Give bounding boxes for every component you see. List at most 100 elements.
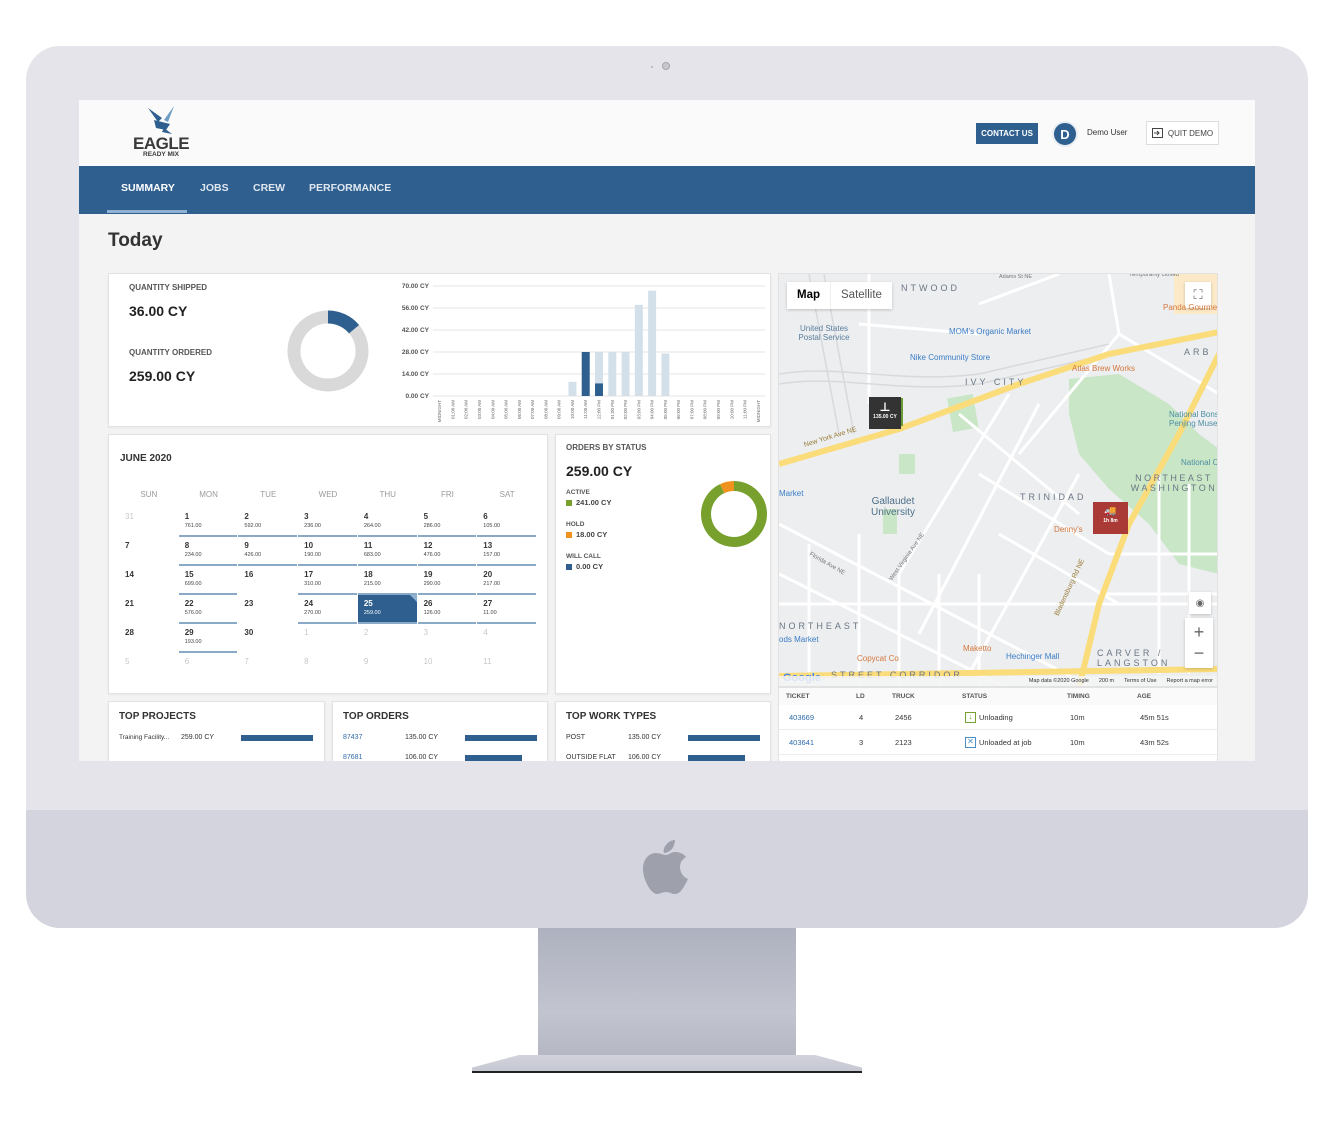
calendar-day[interactable]: 8 234.00 bbox=[178, 537, 238, 566]
map-view[interactable]: Map Satellite ⛶ ◉ + − NTWOOD United Stat… bbox=[778, 273, 1218, 687]
day-number: 9 bbox=[244, 541, 249, 550]
calendar-day[interactable]: 1 bbox=[298, 624, 357, 653]
calendar-day[interactable]: 11 683.00 bbox=[357, 537, 417, 566]
quit-demo-button[interactable]: QUIT DEMO bbox=[1146, 121, 1219, 145]
bar-ordered[interactable] bbox=[568, 381, 577, 396]
calendar-day[interactable]: 10 190.00 bbox=[298, 537, 357, 566]
status-slice-active[interactable] bbox=[701, 481, 767, 547]
calendar-day[interactable]: 22 576.00 bbox=[178, 595, 238, 624]
ticket-age: 45m 51s bbox=[1140, 712, 1169, 722]
table-row[interactable]: 403641 3 2123 ✕ Unloaded at job 10m 43m 5… bbox=[779, 730, 1217, 755]
col-status[interactable]: STATUS bbox=[962, 693, 1067, 700]
calendar-day[interactable]: 4 264.00 bbox=[357, 508, 417, 537]
calendar-day[interactable]: 9 426.00 bbox=[238, 537, 298, 566]
calendar-day[interactable]: 24 270.00 bbox=[298, 595, 357, 624]
quantity-ordered-value: 259.00 CY bbox=[129, 368, 196, 384]
calendar-day[interactable]: 2 592.00 bbox=[238, 508, 298, 537]
calendar-day[interactable]: 27 11.00 bbox=[477, 595, 536, 624]
calendar-day[interactable]: 28 bbox=[119, 624, 178, 653]
job-site-marker[interactable]: ⊥ 135.00 CY bbox=[869, 397, 901, 429]
bar-ordered[interactable] bbox=[634, 304, 643, 396]
calendar-day[interactable]: 7 bbox=[238, 653, 297, 682]
calendar-day[interactable]: 30 bbox=[238, 624, 297, 653]
calendar-day[interactable]: 29 193.00 bbox=[178, 624, 238, 653]
calendar-day[interactable]: 1 761.00 bbox=[178, 508, 238, 537]
calendar-day[interactable]: 12 476.00 bbox=[417, 537, 477, 566]
contact-us-button[interactable]: CONTACT US bbox=[976, 123, 1038, 144]
camera-icon bbox=[662, 62, 670, 70]
calendar-day[interactable]: 17 310.00 bbox=[298, 566, 357, 595]
calendar-day[interactable]: 31 bbox=[119, 508, 178, 537]
col-age[interactable]: AGE bbox=[1137, 693, 1226, 700]
map-label-temporarily-closed: Temporarily closed bbox=[1129, 273, 1180, 278]
bar-shipped[interactable] bbox=[581, 352, 590, 396]
top-order-row[interactable]: 87681 106.00 CY bbox=[343, 754, 522, 761]
user-name[interactable]: Demo User bbox=[1087, 128, 1127, 137]
day-quantity: 236.00 bbox=[304, 523, 321, 529]
calendar-day[interactable]: 18 215.00 bbox=[357, 566, 417, 595]
calendar-day[interactable]: 26 126.00 bbox=[417, 595, 477, 624]
top-order-row[interactable]: 87437 135.00 CY bbox=[343, 734, 537, 741]
map-type-satellite-button[interactable]: Satellite bbox=[831, 282, 892, 309]
col-ticket[interactable]: TICKET bbox=[786, 693, 856, 700]
quantity-ordered-label: QUANTITY ORDERED bbox=[129, 348, 212, 357]
table-row[interactable]: 403669 4 2456 ↓ Unloading 10m 45m 51s bbox=[779, 705, 1217, 730]
day-number: 8 bbox=[184, 541, 190, 550]
calendar-day[interactable]: 6 105.00 bbox=[477, 508, 536, 537]
bar-ordered[interactable] bbox=[648, 290, 657, 396]
calendar-day[interactable]: 3 bbox=[418, 624, 477, 653]
calendar-day[interactable]: 16 bbox=[238, 566, 297, 595]
nav-tab-performance[interactable]: PERFORMANCE bbox=[309, 166, 391, 214]
calendar-day[interactable]: 14 bbox=[119, 566, 178, 595]
status-slice-hold[interactable] bbox=[720, 481, 735, 494]
calendar-day[interactable]: 8 bbox=[298, 653, 357, 682]
calendar-day[interactable]: 9 bbox=[358, 653, 417, 682]
bar-ordered[interactable] bbox=[621, 352, 630, 396]
col-timing[interactable]: TIMING bbox=[1067, 693, 1137, 700]
my-location-button[interactable]: ◉ bbox=[1189, 592, 1211, 614]
calendar-day[interactable]: 15 699.00 bbox=[178, 566, 238, 595]
calendar-day[interactable]: 19 290.00 bbox=[417, 566, 477, 595]
map-type-map-button[interactable]: Map bbox=[787, 282, 831, 309]
nav-tab-summary[interactable]: SUMMARY bbox=[121, 166, 175, 214]
order-link[interactable]: 87437 bbox=[343, 734, 405, 741]
top-project-row[interactable]: Training Facility... 259.00 CY bbox=[119, 734, 313, 741]
truck-marker[interactable]: 🚚 1h 8m bbox=[1093, 502, 1128, 534]
calendar-day[interactable]: 5 286.00 bbox=[417, 508, 477, 537]
bar-ordered[interactable] bbox=[661, 353, 670, 396]
calendar-day[interactable]: 2 bbox=[358, 624, 417, 653]
calendar-day-selected[interactable]: 25 259.00 bbox=[357, 595, 417, 624]
calendar-week: 14 15 699.00 16 17 310.00 18 215.00 19 290.00 20 21… bbox=[119, 566, 537, 595]
col-ld[interactable]: LD bbox=[856, 693, 892, 700]
calendar-day[interactable]: 7 bbox=[119, 537, 178, 566]
col-truck[interactable]: TRUCK bbox=[892, 693, 962, 700]
calendar-day[interactable]: 11 bbox=[477, 653, 536, 682]
avatar[interactable]: D bbox=[1052, 121, 1078, 147]
report-map-error-link[interactable]: Report a map error bbox=[1167, 678, 1213, 684]
ticket-link[interactable]: 403669 bbox=[789, 713, 859, 722]
nav-tab-crew[interactable]: CREW bbox=[253, 166, 285, 214]
nav-tab-jobs[interactable]: JOBS bbox=[200, 166, 229, 214]
calendar-day[interactable]: 5 bbox=[119, 653, 178, 682]
ticket-link[interactable]: 403641 bbox=[789, 738, 859, 747]
brand-logo[interactable]: EAGLE READY MIX bbox=[133, 106, 190, 162]
calendar-day[interactable]: 4 bbox=[477, 624, 536, 653]
day-number: 17 bbox=[304, 570, 314, 579]
calendar-day[interactable]: 13 157.00 bbox=[477, 537, 536, 566]
calendar-day[interactable]: 10 bbox=[418, 653, 477, 682]
bar-shipped[interactable] bbox=[595, 383, 603, 396]
day-number: 10 bbox=[423, 657, 433, 666]
calendar-day[interactable]: 20 217.00 bbox=[477, 566, 536, 595]
calendar-day[interactable]: 6 bbox=[179, 653, 238, 682]
zoom-out-button[interactable]: − bbox=[1194, 643, 1205, 664]
day-quantity: 193.00 bbox=[184, 639, 202, 645]
bar-ordered[interactable] bbox=[608, 352, 617, 396]
order-link[interactable]: 87681 bbox=[343, 754, 405, 761]
weekday-label: THU bbox=[379, 490, 396, 499]
zoom-in-button[interactable]: + bbox=[1194, 622, 1205, 643]
calendar-day[interactable]: 21 bbox=[119, 595, 178, 624]
terms-link[interactable]: Terms of Use bbox=[1124, 678, 1156, 684]
calendar-day[interactable]: 23 bbox=[238, 595, 297, 624]
calendar-day[interactable]: 3 236.00 bbox=[298, 508, 357, 537]
day-number: 13 bbox=[483, 541, 493, 550]
